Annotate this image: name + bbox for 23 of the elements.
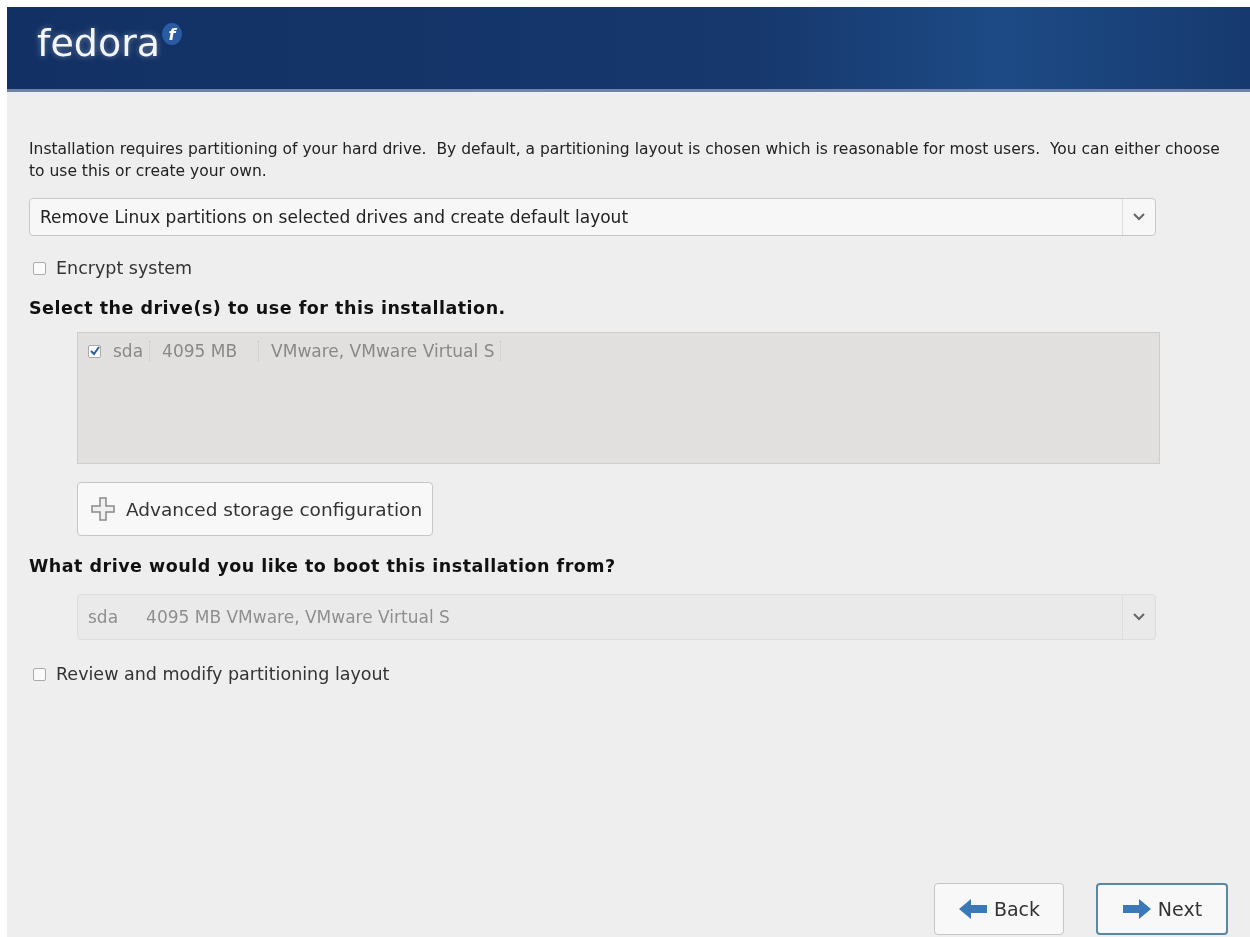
drive-description: 4095 MB VMware, VMware Virtual S [146,607,450,627]
checkbox-label: Encrypt system [56,258,193,278]
next-button[interactable]: Next [1096,883,1228,935]
intro-text: Installation requires partitioning of your hard drive. By default, a partitioning layout is chosen which is reasonable for most users. You can either choose to use this or create your own. [29,139,1221,182]
advanced-storage-button[interactable]: Advanced storage configuration [77,482,434,536]
table-cell: sda [107,341,151,361]
section-heading: Select the drive(s) to use for this installation. [29,298,507,318]
logo-mark: f [162,23,183,45]
layout-dropdown[interactable]: Remove Linux partitions on selected drives and create default layout [29,198,1156,236]
chevron-down-icon [1133,613,1145,621]
arrow-left-icon [957,898,988,920]
table-cell: VMware, VMware Virtual S [265,341,502,361]
arrow-right-icon [1121,898,1152,920]
back-button[interactable]: Back [934,883,1064,935]
table-cell: 4095 MB [156,341,260,361]
logo: fedora [37,21,161,65]
chevron-down-icon [1133,213,1145,221]
plus-icon [90,496,116,522]
checkbox[interactable] [33,261,46,275]
section-heading: What drive would you like to boot this installation from? [29,556,617,576]
checkbox[interactable] [33,667,46,681]
checkbox-label: Review and modify partitioning layout [56,664,390,684]
drive-name: sda [88,607,119,627]
